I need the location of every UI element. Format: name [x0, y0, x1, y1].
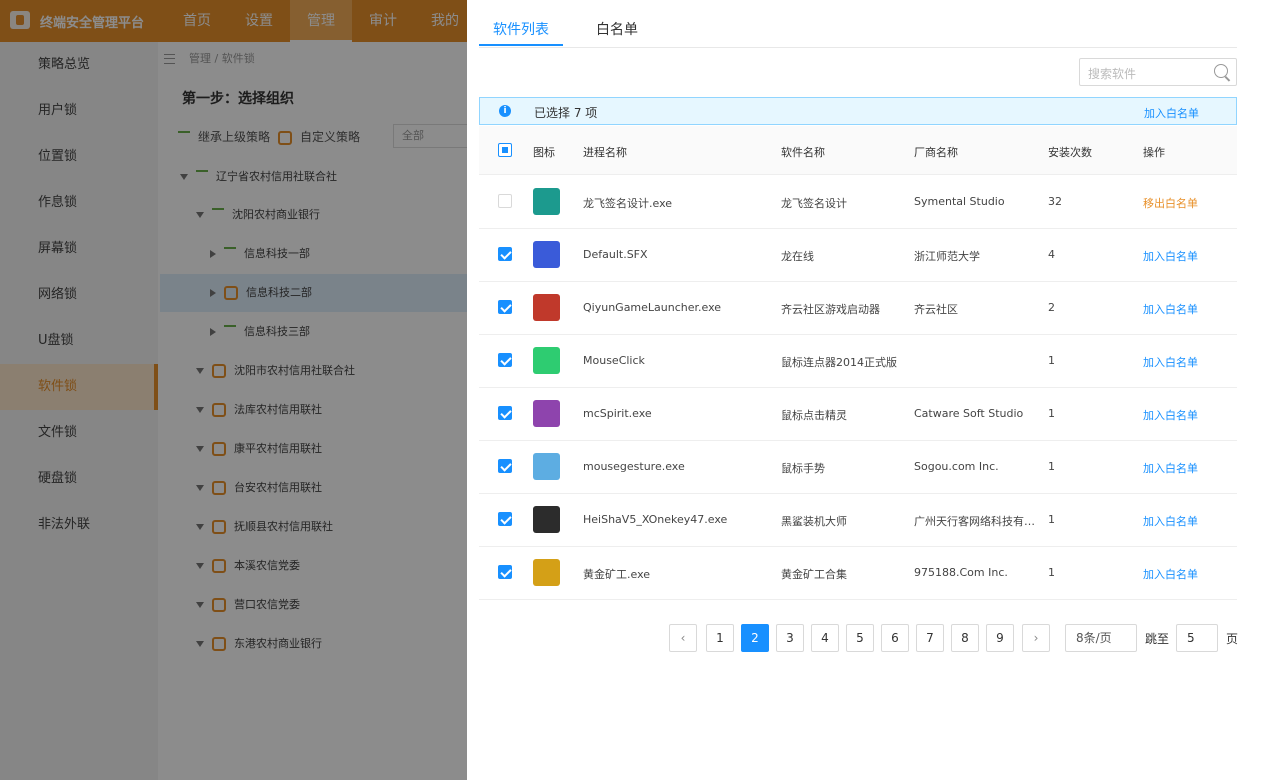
- info-icon: i: [499, 105, 511, 117]
- app-icon: [533, 294, 560, 321]
- add-whitelist-link[interactable]: 加入白名单: [1143, 301, 1198, 317]
- vendor-name-cell: 齐云社区: [914, 303, 958, 316]
- process-name-cell: mousegesture.exe: [583, 460, 685, 473]
- search-icon[interactable]: [1214, 64, 1228, 78]
- table-row: Default.SFX 龙在线 浙江师范大学 4 加入白名单: [479, 228, 1237, 282]
- remove-whitelist-link[interactable]: 移出白名单: [1143, 195, 1198, 211]
- table-row: mcSpirit.exe 鼠标点击精灵 Catware Soft Studio 1 加入…: [479, 387, 1237, 441]
- vendor-name-cell: Sogou.com Inc.: [914, 460, 999, 473]
- software-name-cell: 鼠标连点器2014正式版: [781, 356, 897, 369]
- vendor-name-cell: 广州天行客网络科技有…: [914, 515, 1035, 528]
- app-icon: [533, 559, 560, 586]
- vendor-name-cell: Catware Soft Studio: [914, 407, 1024, 420]
- drawer-tabs: 软件列表 白名单: [479, 0, 1237, 48]
- add-whitelist-link[interactable]: 加入白名单: [1143, 566, 1198, 582]
- page-5-button[interactable]: 5: [846, 624, 874, 652]
- install-count-cell: 4: [1048, 248, 1055, 261]
- software-name-cell: 黄金矿工合集: [781, 568, 847, 581]
- process-name-cell: MouseClick: [583, 354, 645, 367]
- tab-active-indicator: [479, 44, 563, 46]
- page-3-button[interactable]: 3: [776, 624, 804, 652]
- install-count-cell: 1: [1048, 407, 1055, 420]
- table-row: HeiShaV5_XOnekey47.exe 黑鲨装机大师 广州天行客网络科技有… 1…: [479, 493, 1237, 547]
- add-whitelist-link[interactable]: 加入白名单: [1143, 248, 1198, 264]
- page-8-button[interactable]: 8: [951, 624, 979, 652]
- tab-software-list[interactable]: 软件列表: [493, 19, 549, 39]
- column-header-action: 操作: [1143, 146, 1165, 159]
- column-header-vendor[interactable]: 厂商名称: [914, 144, 958, 160]
- row-checkbox[interactable]: [498, 247, 512, 261]
- column-header-icon: 图标: [533, 146, 555, 159]
- jump-page-input[interactable]: 5: [1176, 624, 1218, 652]
- tab-whitelist[interactable]: 白名单: [596, 19, 638, 39]
- page-7-button[interactable]: 7: [916, 624, 944, 652]
- jump-suffix: 页: [1226, 632, 1239, 646]
- app-icon: [533, 400, 560, 427]
- software-name-cell: 龙在线: [781, 250, 814, 263]
- app-icon: [533, 453, 560, 480]
- process-name-cell: Default.SFX: [583, 248, 648, 261]
- column-header-software[interactable]: 软件名称: [781, 144, 825, 160]
- next-page-button[interactable]: ›: [1022, 624, 1050, 652]
- search-input[interactable]: 搜索软件: [1079, 58, 1237, 86]
- install-count-cell: 1: [1048, 513, 1055, 526]
- page-6-button[interactable]: 6: [881, 624, 909, 652]
- app-icon: [533, 188, 560, 215]
- software-name-cell: 鼠标点击精灵: [781, 409, 847, 422]
- column-header-process[interactable]: 进程名称: [583, 144, 627, 160]
- column-header-installs[interactable]: 安装次数: [1048, 144, 1092, 160]
- add-whitelist-link[interactable]: 加入白名单: [1143, 460, 1198, 476]
- install-count-cell: 1: [1048, 460, 1055, 473]
- page-9-button[interactable]: 9: [986, 624, 1014, 652]
- app-icon: [533, 347, 560, 374]
- software-name-cell: 鼠标手势: [781, 462, 825, 475]
- process-name-cell: QiyunGameLauncher.exe: [583, 301, 722, 314]
- process-name-cell: mcSpirit.exe: [583, 407, 652, 420]
- process-name-cell: HeiShaV5_XOnekey47.exe: [583, 513, 728, 526]
- page-4-button[interactable]: 4: [811, 624, 839, 652]
- install-count-cell: 2: [1048, 301, 1055, 314]
- table-header: 图标 进程名称 软件名称 厂商名称 安装次数 操作: [479, 126, 1237, 175]
- page-1-button[interactable]: 1: [706, 624, 734, 652]
- add-whitelist-link[interactable]: 加入白名单: [1143, 513, 1198, 529]
- row-checkbox[interactable]: [498, 194, 512, 208]
- software-name-cell: 齐云社区游戏启动器: [781, 303, 880, 316]
- select-all-checkbox[interactable]: [498, 143, 512, 157]
- install-count-cell: 1: [1048, 354, 1055, 367]
- row-checkbox[interactable]: [498, 353, 512, 367]
- install-count-cell: 1: [1048, 566, 1055, 579]
- table-row: mousegesture.exe 鼠标手势 Sogou.com Inc. 1 加入白名单: [479, 440, 1237, 494]
- prev-page-button[interactable]: ‹: [669, 624, 697, 652]
- software-drawer: 软件列表 白名单 搜索软件 i 已选择 7 项 加入白名单 图标 进程名称 软件…: [467, 0, 1269, 780]
- app-icon: [533, 241, 560, 268]
- page-size-select[interactable]: 8条/页: [1065, 624, 1137, 652]
- table-row: MouseClick 鼠标连点器2014正式版 1 加入白名单: [479, 334, 1237, 388]
- row-checkbox[interactable]: [498, 459, 512, 473]
- install-count-cell: 32: [1048, 195, 1062, 208]
- table-row: QiyunGameLauncher.exe 齐云社区游戏启动器 齐云社区 2 加入白名单: [479, 281, 1237, 335]
- software-name-cell: 黑鲨装机大师: [781, 515, 847, 528]
- modal-mask[interactable]: [0, 0, 467, 780]
- selection-alert: i 已选择 7 项 加入白名单: [479, 97, 1237, 125]
- add-whitelist-link[interactable]: 加入白名单: [1143, 354, 1198, 370]
- process-name-cell: 黄金矿工.exe: [583, 568, 651, 581]
- table-row: 龙飞签名设计.exe 龙飞签名设计 Symental Studio 32 移出白名单: [479, 175, 1237, 229]
- jump-label: 跳至: [1145, 632, 1170, 646]
- row-checkbox[interactable]: [498, 512, 512, 526]
- software-name-cell: 龙飞签名设计: [781, 197, 847, 210]
- row-checkbox[interactable]: [498, 300, 512, 314]
- row-checkbox[interactable]: [498, 565, 512, 579]
- vendor-name-cell: 浙江师范大学: [914, 250, 980, 263]
- selection-count: 已选择 7 项: [534, 106, 598, 120]
- process-name-cell: 龙飞签名设计.exe: [583, 197, 673, 210]
- app-icon: [533, 506, 560, 533]
- add-whitelist-link[interactable]: 加入白名单: [1143, 407, 1198, 423]
- batch-add-whitelist-link[interactable]: 加入白名单: [1144, 105, 1199, 121]
- row-checkbox[interactable]: [498, 406, 512, 420]
- page-2-button[interactable]: 2: [741, 624, 769, 652]
- table-row: 黄金矿工.exe 黄金矿工合集 975188.Com Inc. 1 加入白名单: [479, 546, 1237, 600]
- vendor-name-cell: 975188.Com Inc.: [914, 566, 1008, 579]
- search-placeholder: 搜索软件: [1088, 67, 1137, 81]
- vendor-name-cell: Symental Studio: [914, 195, 1005, 208]
